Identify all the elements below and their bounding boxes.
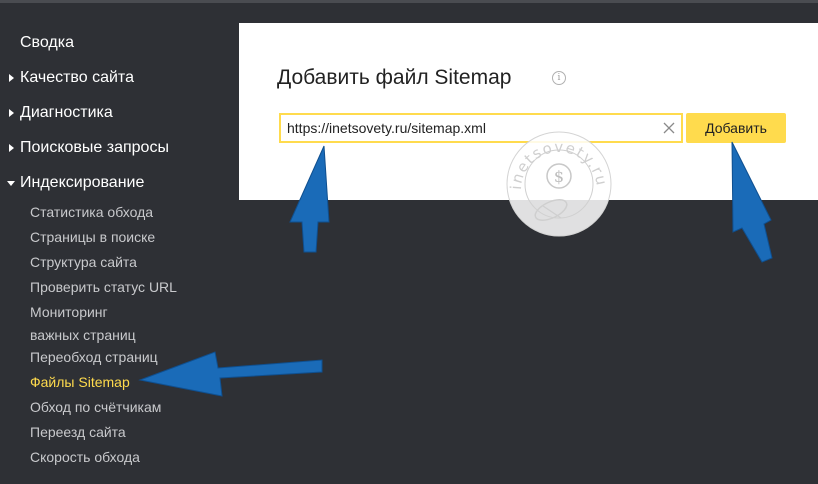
sidebar-item-label: Диагностика — [20, 104, 113, 121]
sidebar-subitem-site-structure[interactable]: Структура сайта — [30, 252, 137, 272]
sidebar-item-indexing[interactable]: Индексирование — [7, 174, 145, 192]
sidebar-subitem-label-line2: важных страниц — [30, 327, 136, 343]
sidebar-item-label: Поисковые запросы — [20, 139, 169, 156]
sidebar-item-summary[interactable]: Сводка — [20, 34, 74, 52]
sidebar-subitem-sitemap-files[interactable]: Файлы Sitemap — [30, 372, 130, 392]
expand-arrow-icon — [9, 109, 14, 117]
sitemap-url-value: https://inetsovety.ru/sitemap.xml — [287, 120, 486, 136]
sidebar-subitem-check-url[interactable]: Проверить статус URL — [30, 277, 177, 297]
sidebar-item-site-quality[interactable]: Качество сайта — [9, 69, 134, 87]
sidebar-item-label: Сводка — [20, 34, 75, 51]
expand-arrow-icon — [9, 144, 14, 152]
expand-arrow-icon — [9, 74, 14, 82]
sidebar-subitem-site-move[interactable]: Переезд сайта — [30, 422, 126, 442]
sidebar-subitem-counter-crawl[interactable]: Обход по счётчикам — [30, 397, 161, 417]
add-button[interactable]: Добавить — [686, 113, 786, 143]
sidebar-item-label: Качество сайта — [20, 69, 134, 86]
sidebar-item-diagnostics[interactable]: Диагностика — [9, 104, 113, 122]
sidebar-item-search-queries[interactable]: Поисковые запросы — [9, 139, 169, 157]
watermark-symbol: $ — [554, 167, 564, 186]
info-icon[interactable]: i — [552, 71, 566, 85]
collapse-arrow-icon — [7, 181, 15, 186]
sidebar-subitem-crawl-speed[interactable]: Скорость обхода — [30, 447, 140, 467]
sidebar-subitem-monitoring[interactable]: Мониторинг важных страниц — [30, 302, 136, 345]
sitemap-url-input[interactable]: https://inetsovety.ru/sitemap.xml — [279, 113, 683, 143]
sidebar-item-label: Индексирование — [20, 174, 145, 191]
watermark-logo: inetsovety.ru $ — [506, 131, 612, 237]
sidebar-subitem-label-line1: Мониторинг — [30, 304, 108, 320]
sidebar: Сводка Качество сайта Диагностика Поиско… — [0, 0, 238, 484]
sidebar-subitem-crawl-stats[interactable]: Статистика обхода — [30, 202, 153, 222]
sidebar-subitem-recrawl[interactable]: Переобход страниц — [30, 347, 158, 367]
sidebar-subitem-pages-in-search[interactable]: Страницы в поиске — [30, 227, 155, 247]
clear-icon[interactable] — [662, 121, 676, 135]
page-title: Добавить файл Sitemap — [277, 66, 512, 89]
